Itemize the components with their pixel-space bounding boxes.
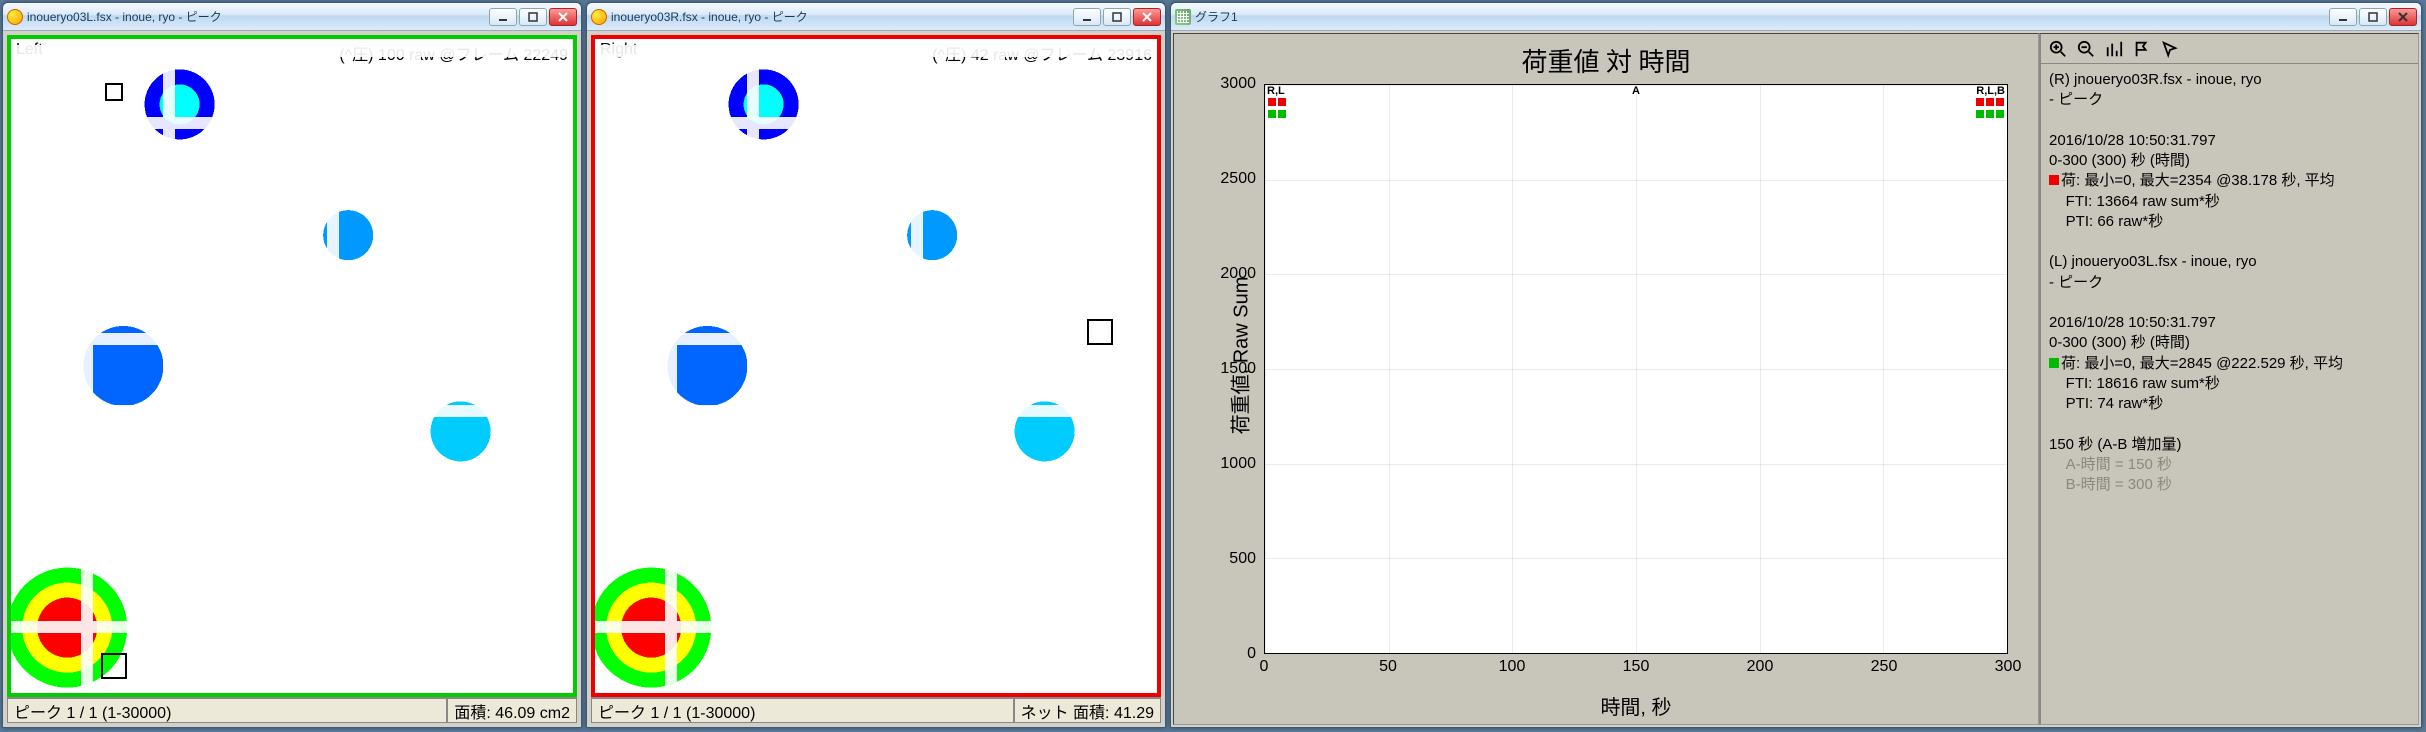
bars-icon[interactable] [2105, 40, 2123, 58]
title-text-right: inoueryo03R.fsx - inoue, ryo - ピーク [611, 8, 1073, 25]
window-right-pressure: inoueryo03R.fsx - inoue, ryo - ピーク Right… [586, 2, 1166, 728]
status-area: ネット 面積: 41.29 [1014, 698, 1161, 723]
info-pane: (R) jnoueryo03R.fsx - inoue, ryo - ピーク 2… [2039, 33, 2419, 725]
close-button[interactable] [1133, 8, 1161, 26]
chart-pane[interactable]: 荷重値 対 時間 荷重値, Raw Sum 050010001500200025… [1173, 33, 2039, 725]
x-tick: 100 [1499, 658, 1526, 676]
y-tick: 0 [1247, 645, 1256, 663]
y-tick: 2000 [1220, 265, 1256, 283]
info-text: (R) jnoueryo03R.fsx - inoue, ryo - ピーク 2… [2041, 64, 2418, 501]
status-area: 面積: 46.09 cm2 [447, 698, 577, 723]
close-button[interactable] [549, 8, 577, 26]
window-left-pressure: inoueryo03L.fsx - inoue, ryo - ピーク Left … [2, 2, 582, 728]
title-text-graph: グラフ1 [1195, 8, 2329, 25]
x-tick: 50 [1379, 658, 1397, 676]
y-axis-label: 荷重値, Raw Sum [1224, 276, 1253, 434]
y-tick: 1500 [1220, 360, 1256, 378]
status-bar-right: ピーク 1 / 1 (1-30000) ネット 面積: 41.29 [591, 697, 1161, 723]
status-peak: ピーク 1 / 1 (1-30000) [591, 698, 1014, 723]
titlebar-left[interactable]: inoueryo03L.fsx - inoue, ryo - ピーク [3, 3, 581, 31]
minimize-button[interactable] [1073, 8, 1101, 26]
x-axis-label: 時間, 秒 [1600, 691, 1671, 720]
y-tick: 3000 [1220, 75, 1256, 93]
graph-icon [1175, 9, 1191, 25]
title-text-left: inoueryo03L.fsx - inoue, ryo - ピーク [27, 8, 489, 25]
maximize-button[interactable] [1103, 8, 1131, 26]
x-tick: 300 [1995, 658, 2022, 676]
x-tick: 150 [1623, 658, 1650, 676]
titlebar-graph[interactable]: グラフ1 [1171, 3, 2421, 31]
plot-area[interactable]: R,L A R,L,B [1264, 84, 2008, 654]
app-icon [7, 9, 23, 25]
marker-rl: R,L [1267, 85, 1287, 121]
cursor-box[interactable] [1087, 319, 1113, 345]
y-tick: 500 [1229, 550, 1256, 568]
status-peak: ピーク 1 / 1 (1-30000) [7, 698, 447, 723]
x-tick: 0 [1260, 658, 1269, 676]
marker-rlb: R,L,B [1975, 85, 2005, 121]
close-button[interactable] [2389, 8, 2417, 26]
y-tick: 2500 [1220, 170, 1256, 188]
pressure-info-label: (^圧) 42 raw @フレーム 23916 [929, 41, 1155, 65]
y-tick: 1000 [1220, 455, 1256, 473]
side-label: Right [597, 41, 640, 59]
minimize-button[interactable] [2329, 8, 2357, 26]
pressure-map-right[interactable]: Right (^圧) 42 raw @フレーム 23916 [591, 35, 1161, 697]
maximize-button[interactable] [519, 8, 547, 26]
pressure-map-left[interactable]: Left (^圧) 100 raw @フレーム 22249 [7, 35, 577, 697]
x-tick: 250 [1871, 658, 1898, 676]
app-icon [591, 9, 607, 25]
minimize-button[interactable] [489, 8, 517, 26]
window-graph: グラフ1 荷重値 対 時間 荷重値, Raw Sum 0500100015002… [1170, 2, 2422, 728]
cursor-box[interactable] [101, 653, 127, 679]
cursor-icon[interactable] [2161, 40, 2179, 58]
zoom-in-icon[interactable] [2049, 40, 2067, 58]
pressure-info-label: (^圧) 100 raw @フレーム 22249 [336, 41, 571, 65]
x-axis: 時間, 秒 050100150200250300 [1264, 654, 2008, 724]
y-axis: 荷重値, Raw Sum 050010001500200025003000 [1174, 84, 1264, 654]
flag-icon[interactable] [2133, 40, 2151, 58]
x-tick: 200 [1747, 658, 1774, 676]
maximize-button[interactable] [2359, 8, 2387, 26]
titlebar-right[interactable]: inoueryo03R.fsx - inoue, ryo - ピーク [587, 3, 1165, 31]
chart-title: 荷重値 対 時間 [1174, 34, 2038, 79]
side-label: Left [13, 41, 46, 59]
info-toolbar [2041, 34, 2418, 64]
zoom-out-icon[interactable] [2077, 40, 2095, 58]
status-bar-left: ピーク 1 / 1 (1-30000) 面積: 46.09 cm2 [7, 697, 577, 723]
cursor-box-small[interactable] [105, 83, 123, 101]
